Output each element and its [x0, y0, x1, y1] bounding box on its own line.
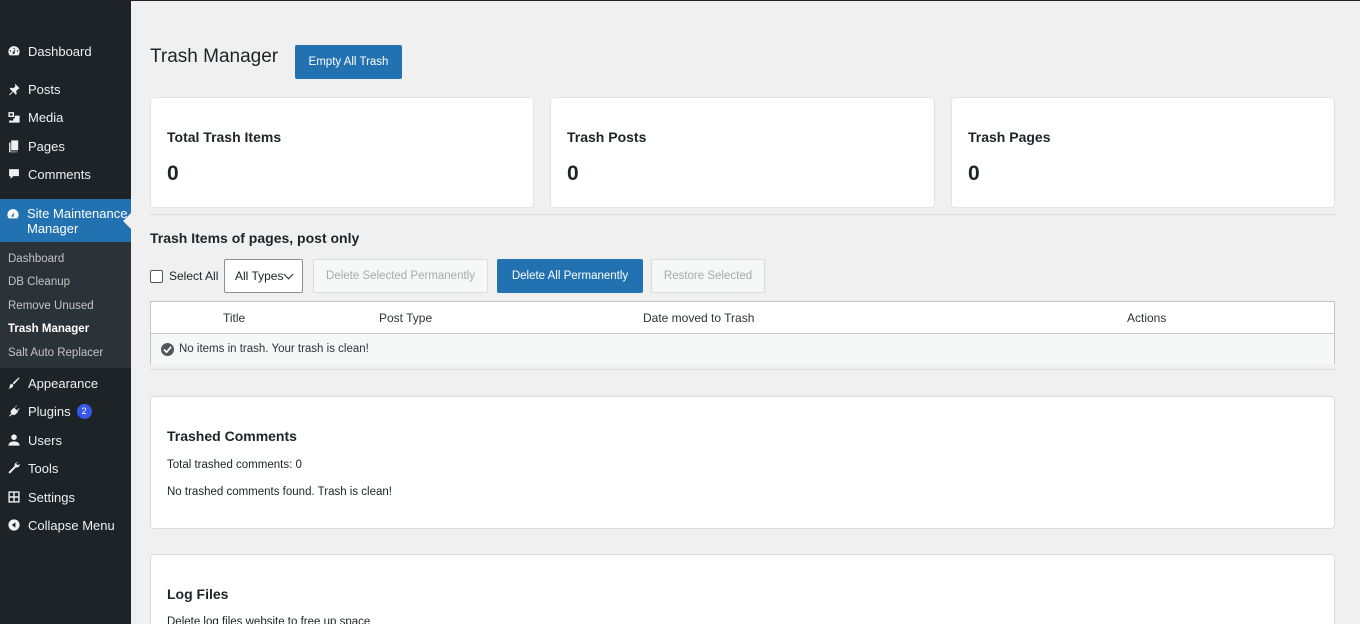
sidebar-item-pages[interactable]: Pages — [0, 134, 131, 158]
media-icon — [6, 110, 21, 125]
sidebar-item-dashboard[interactable]: Dashboard — [0, 39, 131, 63]
card-value: 0 — [968, 162, 980, 185]
stat-card-trash-pages: Trash Pages 0 — [951, 97, 1335, 208]
card-value: 0 — [567, 162, 579, 185]
checkmark-icon — [161, 342, 174, 356]
sidebar-item-label: Comments — [28, 166, 91, 182]
empty-all-trash-button[interactable]: Empty All Trash — [295, 45, 402, 79]
user-icon — [6, 433, 21, 448]
trash-items-table: Title Post Type Date moved to Trash Acti… — [150, 301, 1335, 364]
divider — [150, 369, 1335, 370]
panel-title: Trashed Comments — [167, 428, 297, 444]
sidebar-item-appearance[interactable]: Appearance — [0, 371, 131, 395]
stat-card-trash-posts: Trash Posts 0 — [550, 97, 935, 208]
sidebar-item-users[interactable]: Users — [0, 428, 131, 452]
comment-icon — [6, 167, 21, 182]
sidebar-item-posts[interactable]: Posts — [0, 77, 131, 101]
sidebar-item-comments[interactable]: Comments — [0, 162, 131, 186]
column-header-date-moved[interactable]: Date moved to Trash — [643, 311, 754, 325]
active-indicator-arrow — [123, 213, 131, 229]
sidebar-item-settings[interactable]: Settings — [0, 485, 131, 509]
plugin-icon — [6, 404, 21, 419]
panel-title: Log Files — [167, 586, 229, 602]
sidebar-item-label: Dashboard — [28, 43, 92, 59]
submenu-item-salt-auto-replacer[interactable]: Salt Auto Replacer — [8, 347, 103, 359]
sidebar-item-label: Collapse Menu — [28, 517, 115, 533]
sidebar-item-label: Pages — [28, 138, 65, 154]
submenu-item-dashboard[interactable]: Dashboard — [8, 253, 64, 265]
checkbox-box[interactable] — [150, 269, 163, 283]
page-title: Trash Manager — [150, 46, 279, 67]
empty-table-row: No items in trash. Your trash is clean! — [151, 333, 1334, 364]
empty-message: No items in trash. Your trash is clean! — [179, 343, 369, 355]
sidebar-item-label: Posts — [28, 81, 61, 97]
collapse-icon — [6, 518, 21, 533]
sidebar-item-plugins[interactable]: Plugins 2 — [0, 399, 131, 423]
selected-type: All Types — [235, 269, 284, 283]
sidebar-item-tools[interactable]: Tools — [0, 456, 131, 480]
plugins-update-badge: 2 — [76, 403, 92, 419]
card-value: 0 — [167, 162, 179, 185]
sidebar-item-label: Plugins — [28, 403, 71, 419]
card-title: Total Trash Items — [167, 129, 282, 145]
sidebar-submenu: Dashboard DB Cleanup Remove Unused Trash… — [0, 242, 131, 368]
admin-sidebar: Dashboard Posts Media Pages Comments Sit… — [0, 1, 131, 624]
column-header-actions: Actions — [1127, 311, 1167, 325]
column-header-title[interactable]: Title — [223, 311, 245, 325]
chevron-down-icon — [284, 269, 294, 279]
sidebar-item-site-maintenance-manager[interactable]: Site Maintenance Manager — [0, 199, 131, 242]
delete-selected-permanently-button[interactable]: Delete Selected Permanently — [313, 259, 488, 293]
divider — [150, 214, 1335, 215]
brush-icon — [6, 376, 21, 391]
sidebar-item-media[interactable]: Media — [0, 105, 131, 129]
sidebar-item-label: Users — [28, 432, 62, 448]
submenu-item-db-cleanup[interactable]: DB Cleanup — [8, 276, 70, 288]
settings-icon — [6, 490, 21, 505]
log-files-description: Delete log files website to free up spac… — [167, 616, 371, 624]
submenu-item-trash-manager[interactable]: Trash Manager — [8, 323, 89, 335]
sidebar-item-label: Tools — [28, 460, 59, 476]
select-all-checkbox[interactable]: Select All — [150, 269, 218, 283]
trashed-comments-panel: Trashed Comments Total trashed comments:… — [150, 396, 1335, 529]
post-type-filter-select[interactable]: All Types — [224, 259, 303, 293]
trash-items-section-title: Trash Items of pages, post only — [150, 230, 360, 246]
card-title: Trash Posts — [567, 129, 647, 145]
sidebar-item-label: Settings — [28, 489, 75, 505]
stat-card-total-trash-items: Total Trash Items 0 — [150, 97, 534, 208]
pages-icon — [6, 139, 21, 154]
top-border — [0, 0, 1360, 1]
select-all-label: Select All — [169, 269, 219, 283]
sidebar-item-label: Site Maintenance Manager — [27, 206, 128, 236]
dashboard-icon — [6, 44, 21, 59]
sidebar-collapse-menu[interactable]: Collapse Menu — [0, 513, 131, 537]
column-header-post-type[interactable]: Post Type — [379, 311, 432, 325]
pin-icon — [6, 82, 21, 97]
restore-selected-button[interactable]: Restore Selected — [651, 259, 765, 293]
total-trashed-comments: Total trashed comments: 0 — [167, 459, 302, 471]
submenu-item-remove-unused[interactable]: Remove Unused — [8, 300, 94, 312]
sidebar-item-label: Appearance — [28, 375, 99, 391]
log-files-panel: Log Files Delete log files website to fr… — [150, 554, 1335, 624]
sidebar-item-label: Media — [28, 109, 64, 125]
gauge-icon — [6, 207, 20, 222]
wrench-icon — [6, 461, 21, 476]
page-scrollbar[interactable] — [1352, 1, 1360, 624]
no-trashed-comments-message: No trashed comments found. Trash is clea… — [167, 486, 392, 498]
card-title: Trash Pages — [968, 129, 1051, 145]
delete-all-permanently-button[interactable]: Delete All Permanently — [497, 259, 643, 293]
